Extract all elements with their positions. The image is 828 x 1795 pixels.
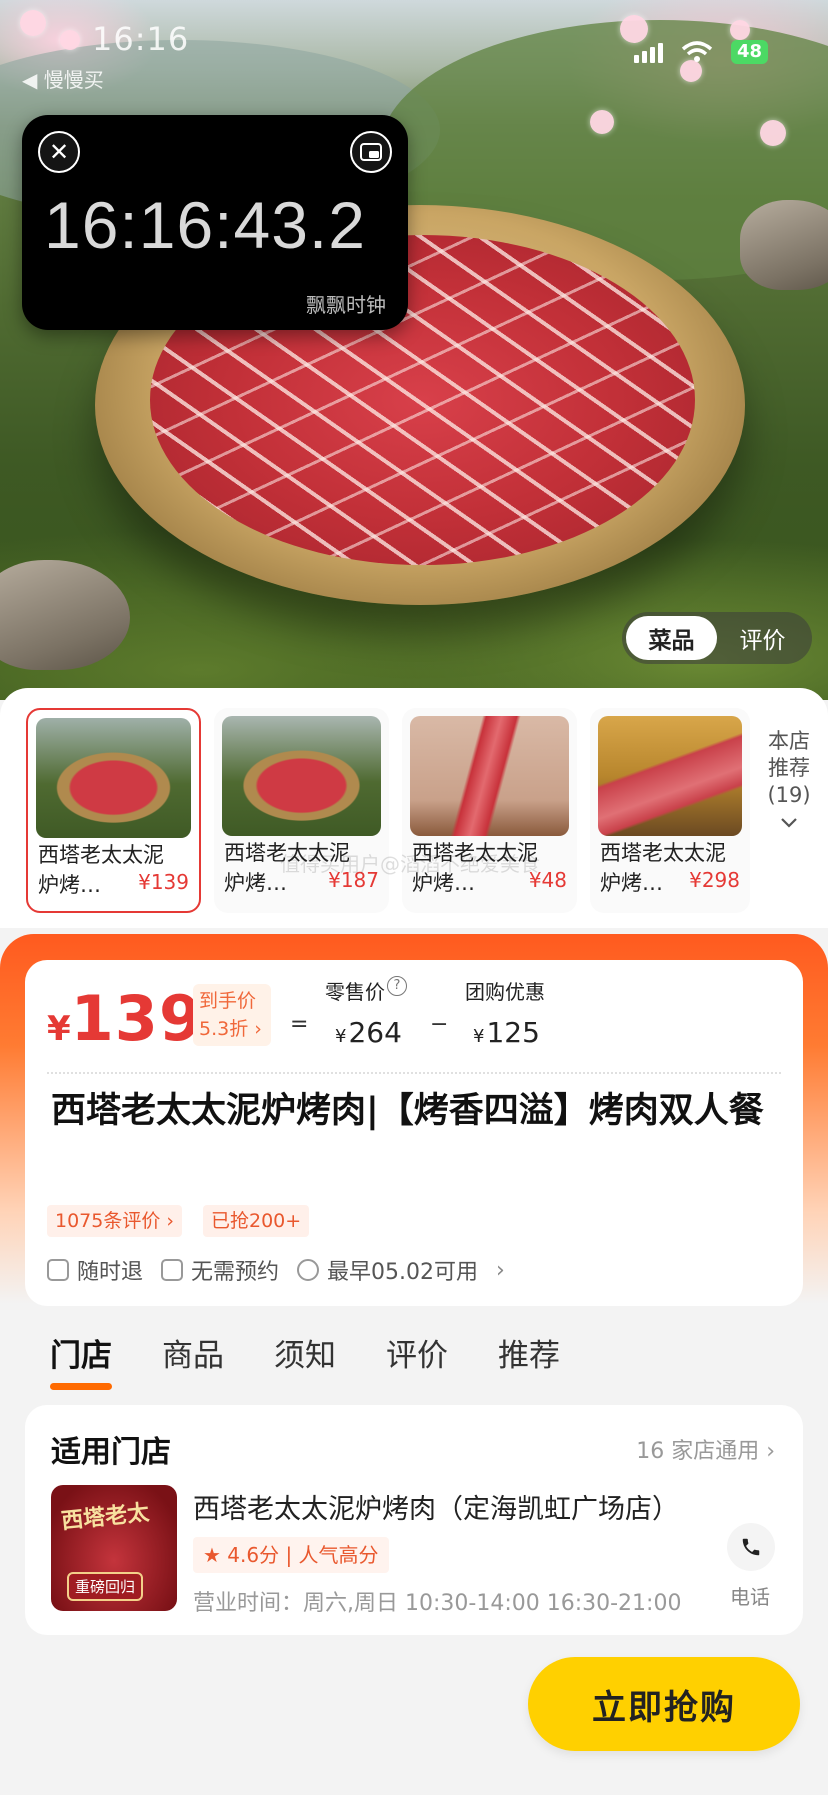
store-image[interactable]: 西塔老太 重磅回归 [51,1485,177,1611]
refund-icon [47,1259,69,1281]
picture-in-picture-icon[interactable] [350,131,392,173]
equals-sign: = [290,1012,309,1037]
dish-thumbnail[interactable]: 西塔老太太泥 炉烤… ¥48 [402,708,577,913]
store-hours: 营业时间：周六,周日 10:30-14:00 16:30-21:00 [193,1591,682,1616]
stores-heading: 适用门店 [51,1435,171,1470]
discount-badge[interactable]: 到手价 5.3折 › [193,984,271,1046]
section-tabs: 门店 商品 须知 评价 推荐 [50,1330,560,1390]
star-icon: ★ [203,1543,221,1567]
retail-price-label: 零售价? [325,976,407,1005]
tab-store[interactable]: 门店 [50,1330,112,1390]
dish-thumbnail[interactable]: 西塔老太太泥 炉烤… ¥187 [214,708,389,913]
store-recommend-button[interactable]: 本店 推荐 (19) [756,728,822,836]
deal-features[interactable]: 随时退 无需预约 最早05.02可用 › [47,1254,505,1286]
help-icon[interactable]: ? [387,976,407,996]
group-discount-label: 团购优惠 [465,980,545,1004]
deal-title: 西塔老太太泥炉烤肉|【烤香四溢】烤肉双人餐 [51,1091,764,1131]
tab-reviews-section[interactable]: 评价 [386,1330,448,1384]
sold-count-chip: 已抢200+ [203,1205,310,1237]
phone-label: 电话 [730,1585,770,1609]
signal-icon [633,41,663,63]
dish-thumbnail-strip: 西塔老太太泥 炉烤… ¥139 西塔老太太泥 炉烤… ¥187 西塔老太太泥 炉烤… … [0,688,828,928]
reviews-chip[interactable]: 1075条评价 › [47,1205,182,1237]
floating-clock-window[interactable]: ✕ 16:16:43.2 飘飘时钟 [22,115,408,330]
minus-sign: − [430,1012,449,1037]
wifi-icon [681,41,713,62]
back-to-app-link[interactable]: ◀ 慢慢买 [22,64,104,93]
page: 16:16 ◀ 慢慢买 48 ✕ 16:16:43.2 飘飘时钟 菜品 评价 西… [0,0,828,1795]
clock-label: 飘飘时钟 [306,293,386,317]
dish-thumbnail[interactable]: 西塔老太太泥 炉烤… ¥298 [590,708,750,913]
tab-dishes[interactable]: 菜品 [626,616,717,660]
dish-thumbnail[interactable]: 西塔老太太泥 炉烤… ¥139 [26,708,201,913]
chevron-down-icon [781,818,797,828]
close-icon[interactable]: ✕ [38,131,80,173]
phone-icon[interactable] [727,1523,775,1571]
applicable-stores-card: 适用门店 16 家店通用 › 西塔老太 重磅回归 西塔老太太泥炉烤肉（定海凯虹广… [25,1405,803,1635]
tab-products[interactable]: 商品 [162,1330,224,1384]
price-card: ¥139 到手价 5.3折 › = 零售价? ¥264 − 团购优惠 ¥125 … [25,960,803,1306]
group-discount-value: ¥125 [473,1016,540,1049]
divider [47,1072,781,1074]
retail-price-value: ¥264 [335,1016,402,1049]
buy-now-button[interactable]: 立即抢购 [528,1657,800,1751]
tab-recommend[interactable]: 推荐 [498,1330,560,1384]
status-time: 16:16 [92,20,190,58]
calendar-icon [161,1259,184,1281]
store-count-link[interactable]: 16 家店通用 › [636,1433,775,1465]
chevron-right-icon: › [496,1257,505,1283]
store-name[interactable]: 西塔老太太泥炉烤肉（定海凯虹广场店） [193,1487,713,1526]
tab-reviews[interactable]: 评价 [717,616,808,660]
battery-icon: 48 [730,40,768,64]
thumb-price: ¥139 [138,870,189,894]
final-price: ¥139 [47,982,204,1055]
watermark: 值得买用户@滔滔不绝爱美食 [280,852,540,876]
store-rating: ★ 4.6分 | 人气高分 [193,1537,389,1573]
thumb-price: ¥298 [689,868,740,892]
hero-image[interactable] [0,0,828,700]
status-icons: 48 [633,40,768,64]
tab-notice[interactable]: 须知 [274,1330,336,1384]
hero-tab-switch: 菜品 评价 [622,612,812,664]
check-circle-icon [297,1259,320,1281]
clock-time: 16:16:43.2 [44,188,366,262]
